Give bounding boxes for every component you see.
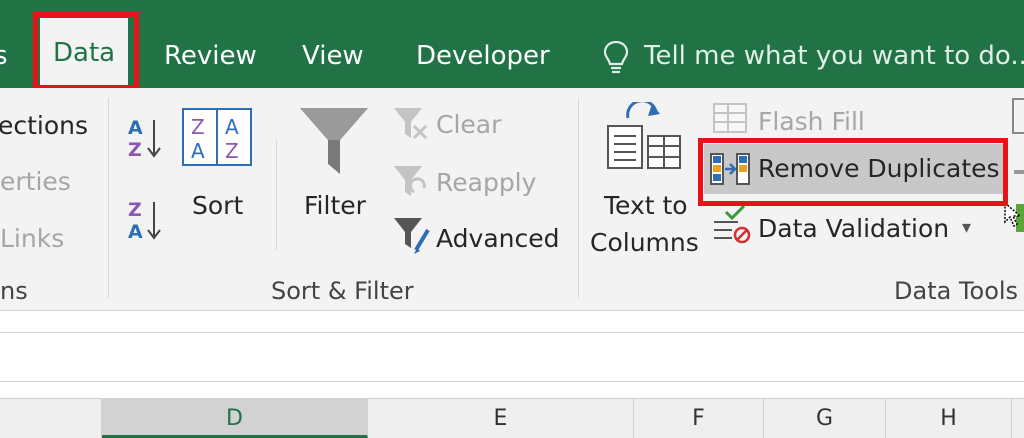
formula-bar[interactable] — [0, 332, 1024, 382]
data-validation-button[interactable]: Data Validation — [758, 213, 949, 245]
tab-view[interactable]: View — [302, 36, 364, 76]
highlight-remove-duplicates — [698, 138, 1008, 206]
svg-text:A: A — [225, 115, 239, 139]
reapply-icon — [392, 164, 428, 204]
connections-button[interactable]: ections — [0, 110, 88, 142]
data-validation-dropdown-arrow[interactable]: ▾ — [962, 212, 971, 244]
column-header-e[interactable]: E — [368, 399, 634, 438]
tab-home-partial[interactable]: s — [0, 36, 8, 76]
filter-button[interactable]: Filter — [304, 190, 366, 222]
sort-filter-separator — [276, 140, 277, 250]
advanced-filter-icon — [392, 216, 432, 260]
data-validation-icon — [712, 204, 752, 248]
sort-button[interactable]: Sort — [192, 190, 243, 222]
funnel-icon — [300, 108, 368, 174]
tab-review[interactable]: Review — [164, 36, 257, 76]
svg-text:A: A — [128, 221, 143, 243]
svg-text:Z: Z — [128, 199, 142, 221]
filter-icon-button[interactable] — [298, 106, 370, 182]
svg-text:A: A — [128, 117, 143, 139]
sort-grid-icon: Z A A Z — [182, 108, 252, 166]
advanced-button[interactable]: Advanced — [436, 223, 560, 255]
sort-filter-group-label: Sort & Filter — [271, 277, 414, 305]
column-header-d[interactable]: D — [102, 399, 368, 438]
sort-a-to-z-button[interactable]: A Z — [126, 114, 162, 166]
connections-group-label: ns — [0, 277, 28, 305]
column-header-partial-right[interactable] — [1012, 399, 1024, 438]
text-to-columns-line1[interactable]: Text to — [604, 190, 688, 222]
sort-z-to-a-button[interactable]: Z A — [126, 196, 162, 248]
group-separator — [108, 98, 109, 298]
text-to-columns-line2[interactable]: Columns — [590, 227, 699, 259]
highlight-data-tab — [33, 12, 139, 90]
svg-text:Z: Z — [128, 139, 142, 161]
flash-fill-icon — [712, 102, 748, 140]
column-header-f[interactable]: F — [634, 399, 764, 438]
sort-a-to-z-icon: A Z — [128, 117, 161, 161]
flash-fill-button[interactable]: Flash Fill — [758, 106, 865, 138]
ribbon-tab-bar: s Data Review View Developer Tell me wha… — [0, 0, 1024, 88]
tell-me-placeholder: Tell me what you want to do... — [644, 41, 1024, 71]
sort-dialog-icon[interactable]: Z A A Z — [182, 108, 252, 172]
data-tools-group-label: Data Tools — [894, 277, 1019, 305]
group-separator — [578, 98, 579, 298]
text-to-columns-icon — [606, 99, 682, 176]
clear-button[interactable]: Clear — [436, 109, 501, 141]
column-header-g[interactable]: G — [764, 399, 886, 438]
properties-button[interactable]: erties — [0, 166, 71, 198]
edit-links-button[interactable]: Links — [0, 223, 64, 255]
column-header-partial[interactable] — [0, 399, 102, 438]
sort-z-to-a-icon: Z A — [128, 199, 161, 243]
column-header-row: D E F G H — [0, 398, 1024, 438]
relationships-icon[interactable] — [1014, 170, 1024, 174]
lightbulb-icon — [603, 40, 629, 74]
svg-text:Z: Z — [191, 115, 205, 139]
consolidate-icon[interactable] — [1012, 98, 1024, 134]
tab-developer[interactable]: Developer — [416, 36, 550, 76]
svg-text:Z: Z — [225, 139, 239, 163]
column-header-h[interactable]: H — [886, 399, 1012, 438]
svg-text:A: A — [191, 139, 205, 163]
reapply-button[interactable]: Reapply — [436, 167, 536, 199]
clear-filter-icon — [392, 106, 428, 146]
